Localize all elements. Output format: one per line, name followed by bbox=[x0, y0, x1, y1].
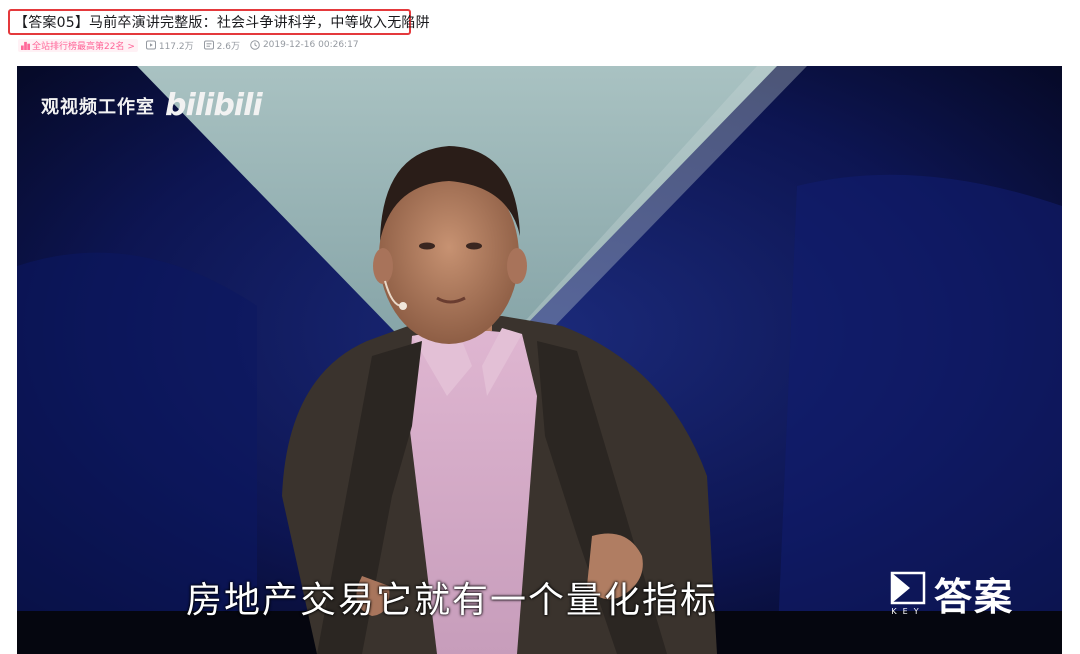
publish-time: 2019-12-16 00:26:17 bbox=[250, 40, 359, 50]
brand-name: 答案 bbox=[933, 575, 1014, 619]
danmaku-icon bbox=[203, 40, 214, 50]
video-title[interactable]: 【答案05】马前卒演讲完整版：社会斗争讲科学，中等收入无陷阱 bbox=[14, 12, 430, 32]
key-logo: KEY bbox=[890, 571, 926, 616]
video-meta-row: 全站排行榜最高第22名 > 117.2万 2.6万 2019-12-16 00:… bbox=[18, 38, 369, 52]
rank-badge[interactable]: 全站排行榜最高第22名 > bbox=[18, 38, 138, 52]
video-title-highlight: 【答案05】马前卒演讲完整版：社会斗争讲科学，中等收入无陷阱 bbox=[8, 9, 430, 35]
play-count-icon bbox=[145, 40, 156, 50]
danmaku-count-value: 2.6万 bbox=[216, 41, 240, 52]
publish-time-value: 2019-12-16 00:26:17 bbox=[262, 40, 359, 50]
view-count-value: 117.2万 bbox=[158, 41, 194, 52]
rank-label: 全站排行榜最高第22名 > bbox=[32, 41, 135, 52]
danmaku-count: 2.6万 bbox=[203, 39, 240, 52]
bilibili-logo: bilibili bbox=[165, 88, 263, 123]
clock-icon bbox=[250, 40, 260, 50]
key-label: KEY bbox=[891, 607, 925, 616]
channel-watermark: 观视频工作室 bilibili bbox=[41, 88, 263, 123]
key-logo-icon bbox=[890, 571, 926, 605]
video-player[interactable]: 观视频工作室 bilibili 房地产交易它就有一个量化指标 KEY 答案 bbox=[17, 66, 1062, 654]
watermark-text: 观视频工作室 bbox=[41, 96, 155, 118]
brand-watermark: KEY 答案 bbox=[890, 566, 1014, 621]
view-count: 117.2万 bbox=[145, 39, 194, 52]
ranking-icon bbox=[21, 41, 30, 50]
